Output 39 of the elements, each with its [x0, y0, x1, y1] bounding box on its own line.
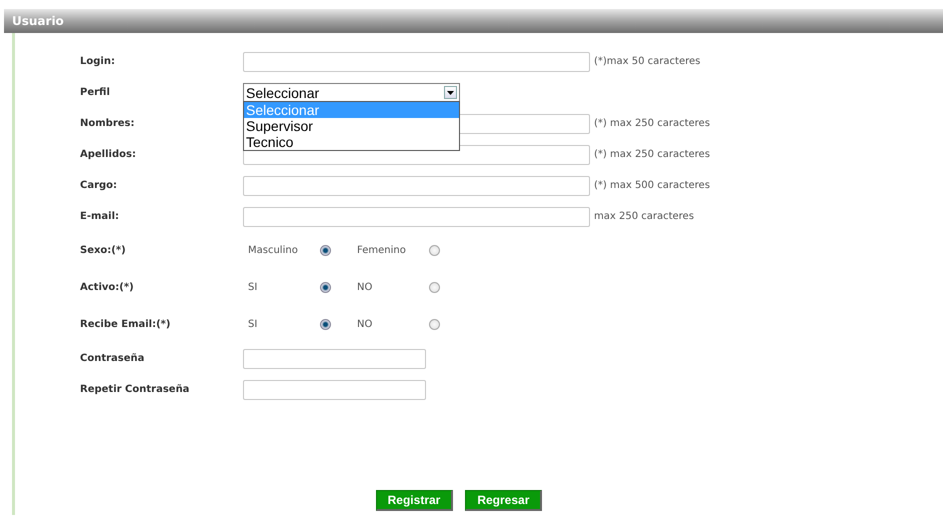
- radio-label: SI: [248, 282, 258, 293]
- field-label: Recibe Email:(*): [80, 319, 172, 330]
- field-hint: max 250 caracteres: [594, 211, 694, 222]
- field-hint: (*) max 250 caracteres: [594, 149, 710, 160]
- radio-button[interactable]: [429, 245, 440, 256]
- field-label: Activo:(*): [80, 282, 135, 293]
- field-hint: (*) max 500 caracteres: [594, 180, 710, 191]
- radio-label: Masculino: [248, 245, 299, 256]
- text-field[interactable]: [243, 206, 590, 226]
- radio-button[interactable]: [320, 319, 331, 330]
- field-label: E-mail:: [80, 211, 120, 222]
- text-field[interactable]: [243, 176, 590, 196]
- field-hint: (*) max 250 caracteres: [594, 118, 710, 129]
- password-field[interactable]: [243, 348, 426, 368]
- radio-label: NO: [357, 282, 374, 293]
- dropdown-option[interactable]: Supervisor: [244, 118, 459, 134]
- field-label: Cargo:: [80, 180, 118, 191]
- field-hint: (*)max 50 caracteres: [594, 56, 700, 67]
- text-field[interactable]: [243, 52, 590, 72]
- profile-dropdown[interactable]: Seleccionar: [243, 83, 460, 102]
- form-button[interactable]: Registrar: [376, 490, 454, 511]
- password-field[interactable]: [243, 380, 426, 400]
- field-label: Nombres:: [80, 118, 136, 129]
- radio-label: SI: [248, 319, 258, 330]
- form-button[interactable]: Regresar: [465, 490, 542, 511]
- field-label: Apellidos:: [80, 149, 137, 160]
- radio-button[interactable]: [320, 245, 331, 256]
- field-label: Perfil: [80, 87, 111, 98]
- radio-button[interactable]: [429, 319, 440, 330]
- field-label: Login:: [80, 56, 116, 67]
- field-label: Sexo:(*): [80, 245, 127, 256]
- panel-title: Usuario: [12, 14, 64, 28]
- dropdown-option[interactable]: Tecnico: [244, 134, 459, 150]
- radio-label: NO: [357, 319, 374, 330]
- radio-button[interactable]: [429, 282, 440, 293]
- field-label: Contraseña: [80, 353, 146, 364]
- radio-label: Femenino: [357, 245, 407, 256]
- field-label: Repetir Contraseña: [80, 384, 190, 395]
- radio-button[interactable]: [320, 282, 331, 293]
